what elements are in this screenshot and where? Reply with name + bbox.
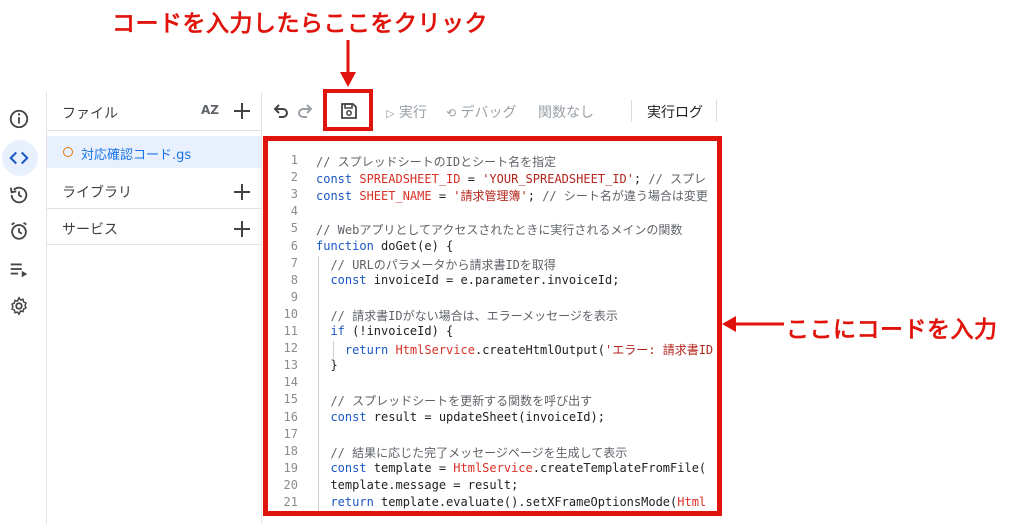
editor-highlight-box: [263, 136, 722, 516]
add-library-icon[interactable]: [233, 183, 251, 201]
play-icon: ▷: [386, 107, 395, 120]
file-status-dot: [63, 147, 73, 157]
divider: [47, 130, 261, 131]
info-icon[interactable]: [8, 108, 30, 130]
history-icon[interactable]: [8, 184, 30, 206]
function-select[interactable]: 関数なし: [538, 102, 594, 122]
editor-toolbar: ▷ 実行 ⟲ デバッグ 関数なし 実行ログ: [262, 92, 1024, 130]
debug-icon: ⟲: [446, 106, 457, 120]
debug-button[interactable]: ⟲ デバッグ: [446, 102, 517, 122]
arrow-left-icon: [722, 316, 784, 332]
toolbar-divider: [716, 100, 717, 122]
execution-log-button[interactable]: 実行ログ: [647, 102, 703, 122]
undo-icon[interactable]: [272, 102, 290, 120]
divider: [47, 244, 261, 245]
save-highlight-box: [323, 89, 373, 131]
add-service-icon[interactable]: [233, 220, 251, 238]
arrow-down-icon: [340, 40, 356, 87]
annotation-top: コードを入力したらここをクリック: [112, 11, 488, 37]
run-label: 実行: [398, 105, 427, 121]
alarm-icon[interactable]: [8, 220, 30, 242]
left-rail: [0, 92, 47, 524]
file-item-label[interactable]: 対応確認コード.gs: [81, 144, 191, 163]
file-panel: ファイル AZ 対応確認コード.gs ライブラリ サービス: [47, 92, 262, 524]
sort-az-button[interactable]: AZ: [201, 103, 219, 117]
toolbar-divider: [631, 100, 632, 122]
services-heading: サービス: [62, 222, 118, 238]
debug-label: デバッグ: [460, 105, 517, 121]
annotation-right: ここにコードを入力: [786, 317, 998, 343]
code-icon[interactable]: [8, 147, 30, 169]
divider: [47, 208, 261, 209]
libraries-heading: ライブラリ: [62, 185, 132, 201]
settings-icon[interactable]: [8, 295, 30, 317]
executions-icon[interactable]: [8, 258, 30, 280]
add-file-icon[interactable]: [233, 102, 251, 120]
redo-icon[interactable]: [296, 102, 314, 120]
run-button[interactable]: ▷ 実行: [386, 102, 427, 122]
files-heading: ファイル: [62, 106, 118, 122]
